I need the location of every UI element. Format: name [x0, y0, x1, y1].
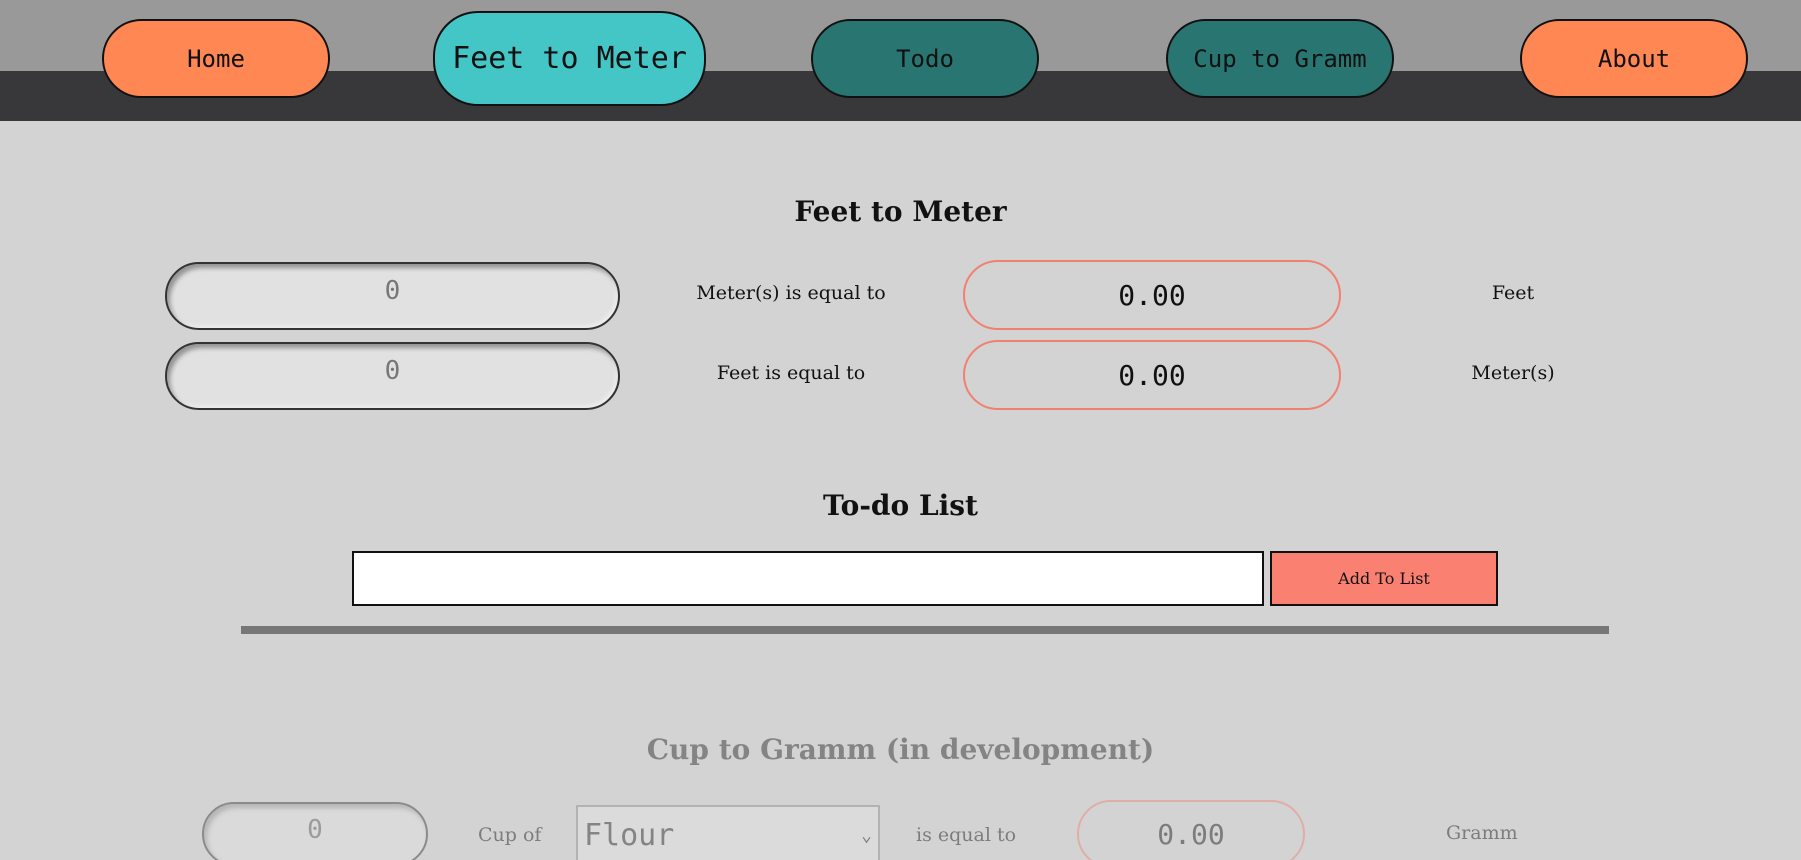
is-equal-label: is equal to: [916, 824, 1017, 846]
gramm-result: 0.00: [1077, 800, 1305, 860]
todo-divider: [241, 626, 1609, 634]
feet-result: 0.00: [963, 260, 1341, 330]
cup-to-gramm-title: Cup to Gramm (in development): [646, 733, 1155, 766]
meters-unit-label: Meter(s): [1471, 362, 1555, 384]
ingredient-select-value: Flour: [584, 817, 675, 853]
cup-of-label: Cup of: [478, 824, 542, 846]
chevron-down-icon: ⌄: [861, 825, 872, 846]
todo-input[interactable]: [352, 551, 1264, 606]
add-to-list-button[interactable]: Add To List: [1270, 551, 1498, 606]
meters-result: 0.00: [963, 340, 1341, 410]
nav-feet-to-meter-button[interactable]: Feet to Meter: [433, 11, 706, 106]
nav-about-button[interactable]: About: [1520, 19, 1748, 98]
gramm-unit-label: Gramm: [1446, 822, 1518, 844]
feet-to-meter-title: Feet to Meter: [794, 195, 1007, 228]
feet-unit-label: Feet: [1491, 282, 1535, 304]
todo-title: To-do List: [823, 489, 978, 522]
nav-home-button[interactable]: Home: [102, 19, 330, 98]
meters-input[interactable]: [165, 262, 620, 330]
meters-equal-label: Meter(s) is equal to: [696, 282, 886, 304]
nav-todo-button[interactable]: Todo: [811, 19, 1039, 98]
cups-input[interactable]: [202, 802, 428, 860]
ingredient-select[interactable]: Flour ⌄: [576, 805, 880, 860]
feet-input[interactable]: [165, 342, 620, 410]
nav-cup-to-gramm-button[interactable]: Cup to Gramm: [1166, 19, 1394, 98]
feet-equal-label: Feet is equal to: [716, 362, 866, 384]
